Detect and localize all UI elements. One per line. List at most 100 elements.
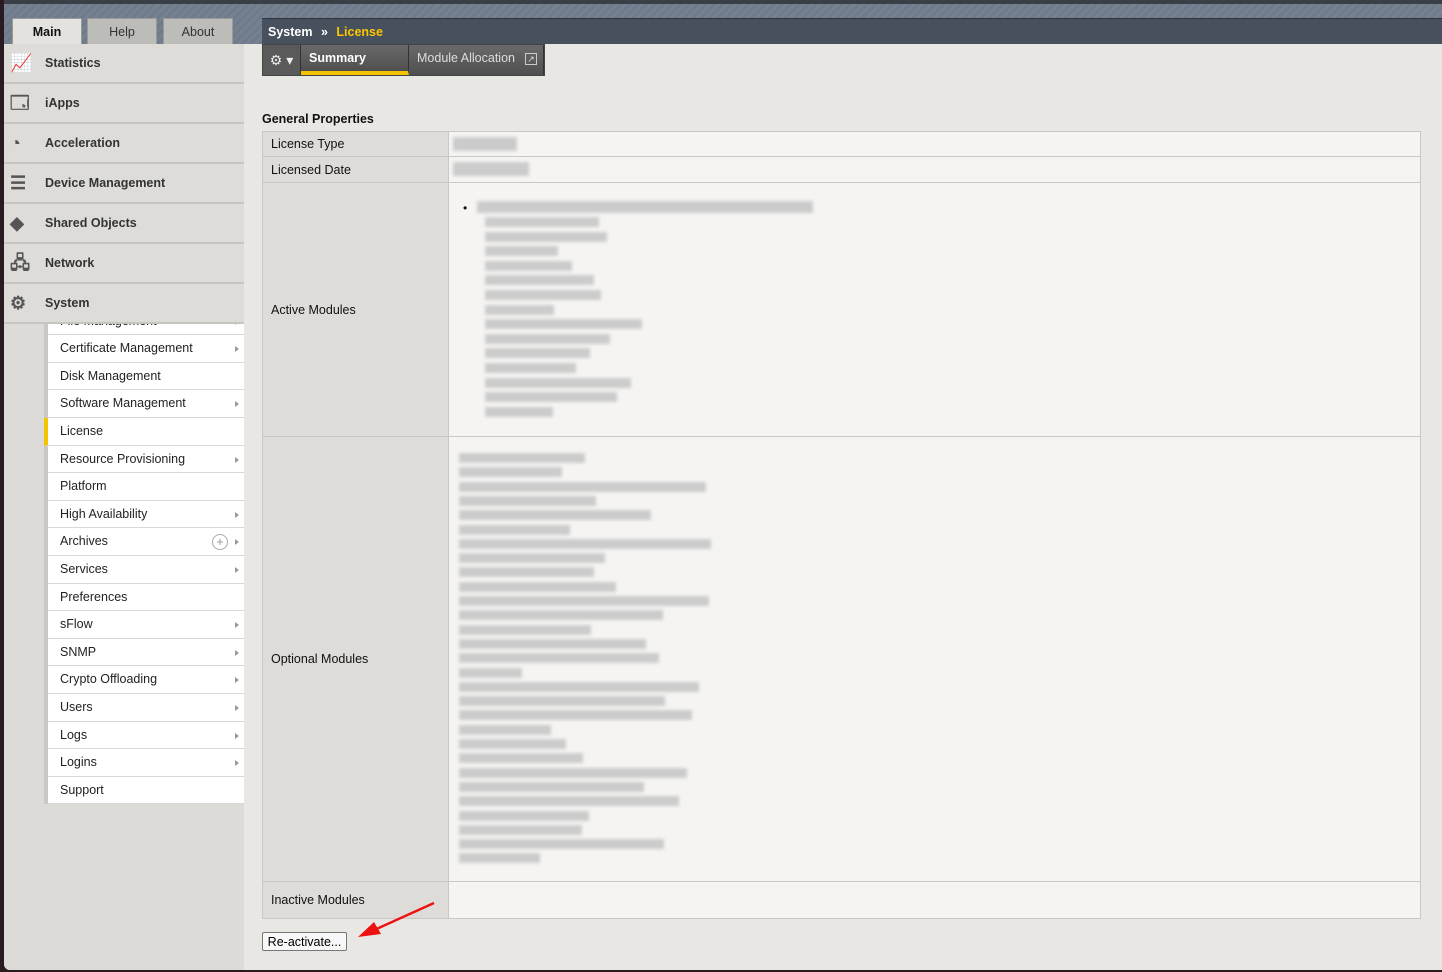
submenu-item-disk-management[interactable]: Disk Management bbox=[48, 362, 244, 391]
add-icon[interactable]: + bbox=[212, 534, 228, 551]
tab-module-allocation[interactable]: Module Allocation ↗ bbox=[409, 45, 544, 75]
subtab-bar: ⚙ ▾ Summary Module Allocation ↗ bbox=[262, 44, 545, 76]
nav-label: Acceleration bbox=[45, 136, 121, 150]
nav-label: Statistics bbox=[45, 56, 101, 70]
redacted-text bbox=[485, 275, 594, 286]
redacted-text bbox=[485, 333, 610, 344]
section-title: General Properties bbox=[262, 112, 374, 126]
chevron-right-icon bbox=[235, 649, 239, 656]
reactivate-button[interactable]: Re-activate... bbox=[262, 932, 347, 951]
nav-label: System bbox=[45, 296, 90, 310]
redacted-text bbox=[459, 710, 692, 721]
breadcrumb-parent[interactable]: System bbox=[268, 25, 312, 39]
label-optional-modules: Optional Modules bbox=[262, 436, 449, 882]
submenu-item-services[interactable]: Services bbox=[48, 555, 244, 584]
tab-main[interactable]: Main bbox=[12, 18, 82, 44]
redacted-text bbox=[459, 753, 583, 764]
row-license-type: License Type bbox=[262, 131, 1421, 157]
label-licensed-date: Licensed Date bbox=[262, 156, 449, 183]
label-license-type: License Type bbox=[262, 131, 449, 157]
value-licensed-date bbox=[448, 156, 1421, 183]
submenu-item-snmp[interactable]: SNMP bbox=[48, 638, 244, 667]
submenu-item-preferences[interactable]: Preferences bbox=[48, 583, 244, 612]
redacted-text bbox=[459, 739, 566, 749]
redacted-text bbox=[459, 810, 589, 821]
redacted-text bbox=[459, 596, 709, 606]
submenu-label: SNMP bbox=[60, 644, 97, 659]
submenu-item-software-management[interactable]: Software Management bbox=[48, 390, 244, 418]
nav-system[interactable]: ⚙ System bbox=[4, 284, 244, 324]
acceleration-icon: ◔ bbox=[10, 133, 21, 153]
statistics-icon: 📈 bbox=[10, 53, 33, 73]
tab-help[interactable]: Help bbox=[87, 18, 157, 44]
submenu-item-logs[interactable]: Logs bbox=[48, 721, 244, 750]
chevron-right-icon bbox=[235, 622, 239, 629]
submenu-item-platform[interactable]: Platform bbox=[48, 473, 244, 501]
submenu-label: Software Management bbox=[60, 396, 186, 411]
nav-label: iApps bbox=[45, 96, 80, 110]
redacted-text bbox=[459, 638, 646, 649]
submenu-item-users[interactable]: Users bbox=[48, 693, 244, 722]
submenu-label: Crypto Offloading bbox=[60, 672, 158, 687]
submenu-item-license[interactable]: License bbox=[44, 417, 244, 446]
gear-icon[interactable]: ⚙ ▾ bbox=[263, 45, 301, 75]
breadcrumb-separator: » bbox=[320, 25, 328, 39]
value-optional-modules bbox=[448, 436, 1421, 882]
tab-module-allocation-label: Module Allocation bbox=[417, 51, 515, 65]
chevron-right-icon bbox=[235, 760, 239, 767]
breadcrumb-current: License bbox=[336, 25, 383, 39]
top-line bbox=[4, 0, 1442, 4]
submenu-item-high-availability[interactable]: High Availability bbox=[48, 500, 244, 529]
submenu-item-crypto-offloading[interactable]: Crypto Offloading bbox=[48, 666, 244, 694]
chevron-right-icon bbox=[235, 732, 239, 739]
submenu-item-support[interactable]: Support bbox=[48, 776, 244, 805]
submenu-label: License bbox=[60, 423, 104, 438]
row-optional-modules: Optional Modules bbox=[262, 436, 1421, 882]
submenu-label: Resource Provisioning bbox=[60, 451, 186, 466]
redacted-text bbox=[485, 290, 601, 300]
submenu-item-sflow[interactable]: sFlow bbox=[48, 611, 244, 639]
redacted-text bbox=[485, 348, 591, 359]
redacted-text bbox=[459, 724, 552, 735]
submenu-item-archives[interactable]: Archives + bbox=[48, 528, 244, 556]
redacted-text bbox=[459, 839, 664, 850]
tab-about[interactable]: About bbox=[163, 18, 233, 44]
redacted-text bbox=[459, 853, 540, 864]
chevron-right-icon bbox=[235, 346, 239, 353]
redacted-text bbox=[459, 681, 699, 692]
redacted-text bbox=[459, 796, 680, 807]
submenu-label: Platform bbox=[60, 479, 107, 494]
submenu-label: sFlow bbox=[60, 617, 93, 632]
redacted-text bbox=[459, 581, 616, 592]
redacted-text bbox=[459, 524, 570, 535]
nav-statistics[interactable]: 📈 Statistics bbox=[4, 44, 244, 84]
redacted-text bbox=[459, 467, 563, 478]
network-icon: 🖧 bbox=[10, 253, 31, 273]
redacted-text bbox=[459, 553, 606, 564]
row-active-modules: Active Modules • bbox=[262, 182, 1421, 437]
nav-network[interactable]: 🖧 Network bbox=[4, 244, 244, 284]
submenu-item-resource-provisioning[interactable]: Resource Provisioning bbox=[48, 445, 244, 474]
nav-acceleration[interactable]: ◔ Acceleration bbox=[4, 124, 244, 164]
nav-label: Device Management bbox=[45, 176, 166, 190]
system-submenu: ConfigurationFile ManagementCertificate … bbox=[44, 280, 244, 805]
redacted-text bbox=[459, 495, 596, 506]
nav-device-management[interactable]: ☰ Device Management bbox=[4, 164, 244, 204]
nav-label: Network bbox=[45, 256, 95, 270]
submenu-item-logins[interactable]: Logins bbox=[48, 749, 244, 777]
submenu-label: Logins bbox=[60, 755, 97, 770]
redacted-text bbox=[459, 824, 583, 835]
nav-iapps[interactable]: 🗔 iApps bbox=[4, 84, 244, 124]
redacted-text bbox=[459, 538, 712, 549]
tab-summary[interactable]: Summary bbox=[301, 45, 409, 75]
submenu-item-certificate-management[interactable]: Certificate Management bbox=[48, 335, 244, 363]
chevron-right-icon bbox=[235, 456, 239, 463]
redacted-text bbox=[459, 453, 586, 463]
redacted-text bbox=[459, 567, 595, 578]
external-link-icon: ↗ bbox=[524, 52, 537, 65]
submenu-label: Logs bbox=[60, 727, 88, 742]
redacted-text bbox=[459, 781, 644, 792]
redacted-text bbox=[485, 319, 642, 330]
nav-shared-objects[interactable]: ◆ Shared Objects bbox=[4, 204, 244, 244]
redacted-text bbox=[485, 363, 577, 373]
